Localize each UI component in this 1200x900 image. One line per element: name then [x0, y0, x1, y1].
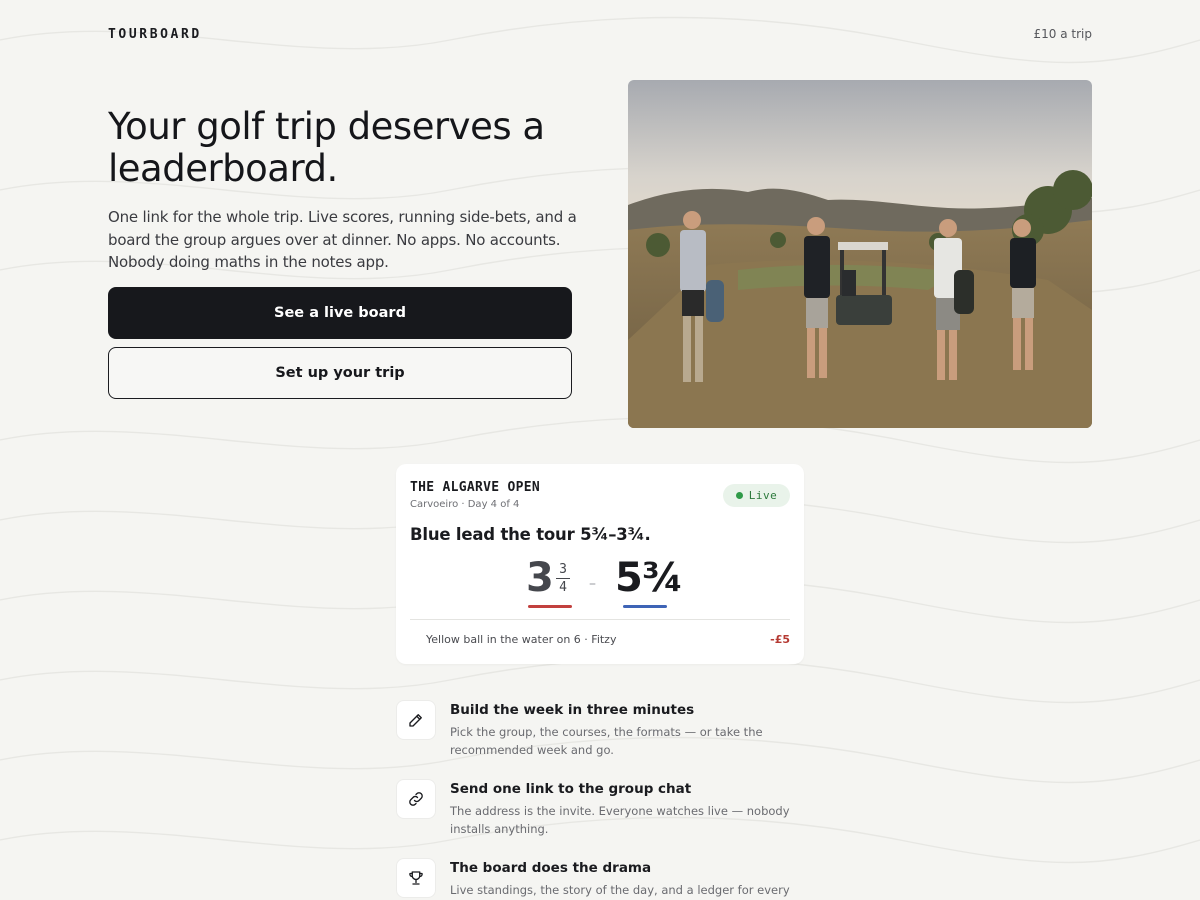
- ledger-entry-amount: -£5: [770, 633, 790, 646]
- set-up-trip-button[interactable]: Set up your trip: [108, 347, 572, 399]
- fraction-denominator: 4: [559, 580, 567, 595]
- feature-item: Build the week in three minutes Pick the…: [396, 700, 816, 770]
- tour-location-day: Carvoeiro · Day 4 of 4: [410, 499, 520, 510]
- feature-description: Pick the group, the courses, the formats…: [450, 725, 763, 757]
- fraction-numerator: 3: [559, 562, 567, 577]
- score-separator: –: [589, 576, 596, 592]
- feature-description: The address is the invite. Everyone watc…: [450, 804, 790, 836]
- ledger-entry-text: Yellow ball in the water on 6 · Fitzy: [426, 633, 617, 646]
- feature-title: Build the week in three minutes: [450, 702, 695, 718]
- live-dot-icon: [735, 492, 743, 499]
- red-team-underline: [528, 605, 572, 608]
- pricing-note: £10 a trip: [1033, 27, 1092, 41]
- feature-description: Live standings, the story of the day, an…: [450, 883, 790, 897]
- tour-name: THE ALGARVE OPEN: [410, 480, 541, 495]
- card-divider: [410, 619, 790, 620]
- hero-title: Your golf trip deserves a leaderboard.: [108, 105, 545, 190]
- feature-item: The board does the drama Live standings,…: [396, 858, 816, 900]
- golfers-photo: [628, 80, 1092, 428]
- hero-description: One link for the whole trip. Live scores…: [108, 208, 577, 271]
- tour-headline: Blue lead the tour 5¾–3¾.: [410, 525, 651, 544]
- feature-title: The board does the drama: [450, 860, 652, 876]
- feature-title: Send one link to the group chat: [450, 781, 692, 797]
- blue-team-score: 5¾: [615, 555, 683, 601]
- feature-item: Send one link to the group chat The addr…: [396, 779, 816, 849]
- live-board-card[interactable]: THE ALGARVE OPEN Carvoeiro · Day 4 of 4 …: [396, 464, 804, 664]
- hero-section: Your golf trip deserves a leaderboard. O…: [108, 106, 578, 274]
- trophy-icon: [396, 858, 436, 898]
- pencil-icon: [396, 700, 436, 740]
- see-live-board-button[interactable]: See a live board: [108, 287, 572, 339]
- live-status-label: Live: [748, 489, 778, 502]
- blue-team-underline: [623, 605, 667, 608]
- live-status-badge: Live: [723, 484, 790, 507]
- red-team-score-fraction: 3 4: [556, 562, 570, 595]
- brand-logo[interactable]: TOURBOARD: [108, 27, 202, 42]
- red-team-score: 3: [526, 555, 554, 601]
- link-icon: [396, 779, 436, 819]
- top-bar: TOURBOARD £10 a trip: [108, 24, 1092, 44]
